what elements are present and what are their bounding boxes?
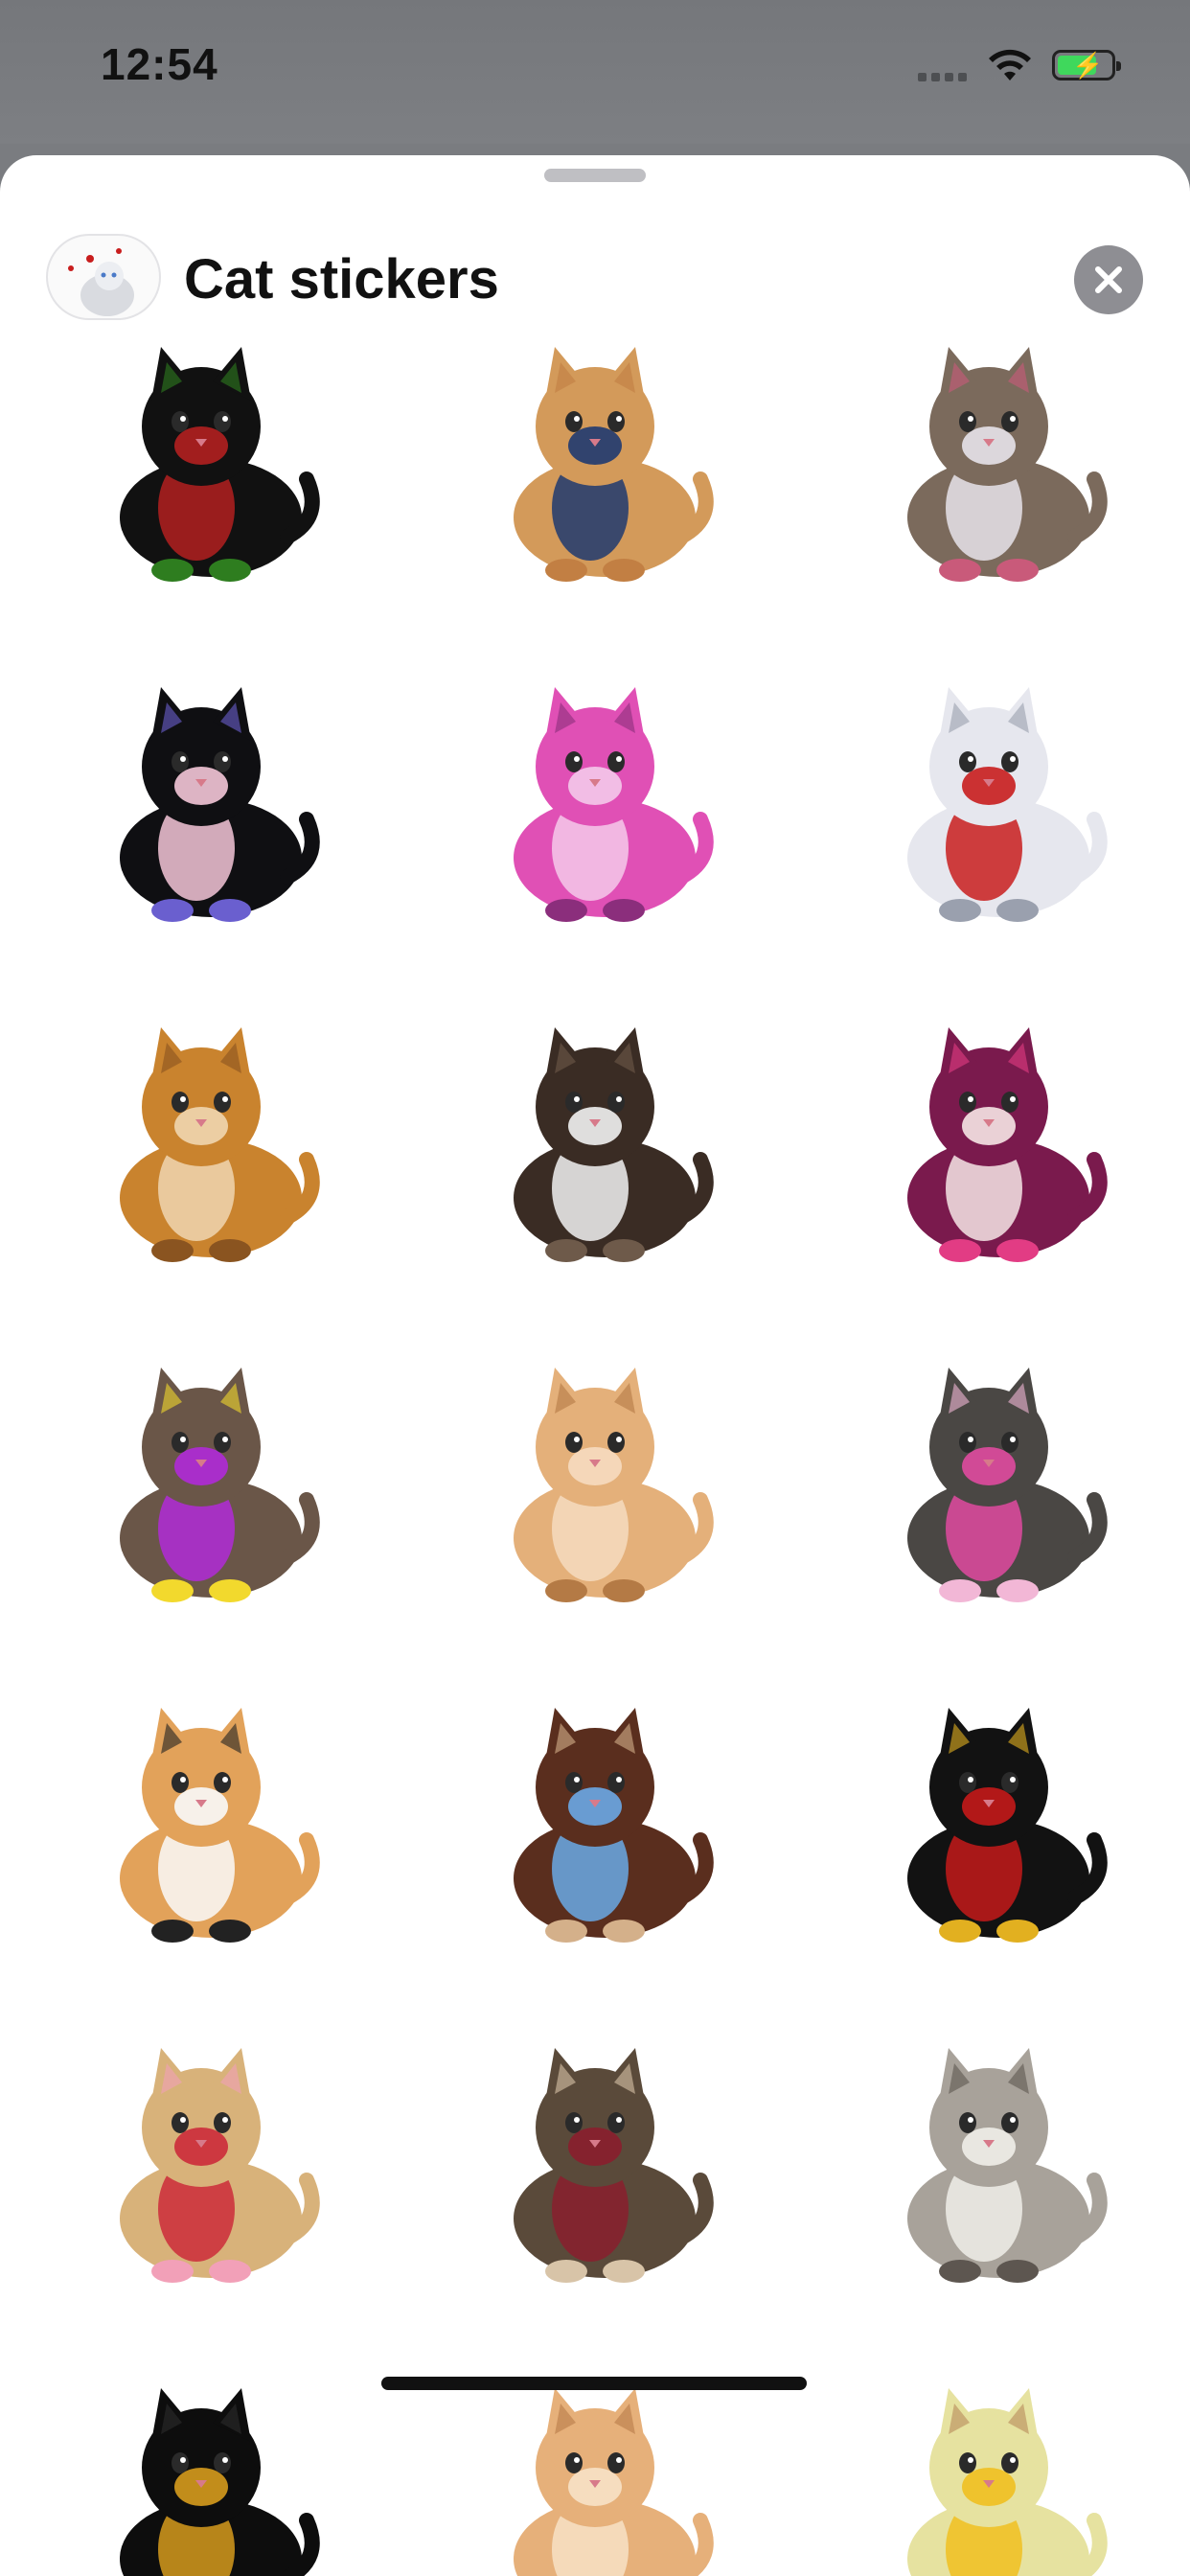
cat-sticker-image <box>514 347 714 582</box>
cat-sticker-image <box>120 1027 320 1262</box>
sticker-sheet: Cat stickers <box>0 155 1190 2576</box>
sticker-18[interactable] <box>845 2017 1133 2305</box>
sticker-15[interactable] <box>845 1677 1133 1965</box>
sticker-16[interactable] <box>57 2017 345 2305</box>
cellular-signal-icon <box>918 69 972 86</box>
sticker-14[interactable] <box>451 1677 739 1965</box>
cat-sticker-image <box>120 2388 320 2576</box>
sticker-19[interactable] <box>57 2358 345 2576</box>
cat-sticker-image <box>514 687 714 922</box>
home-indicator[interactable] <box>381 2377 807 2390</box>
app-icon <box>46 234 161 320</box>
wifi-icon <box>989 49 1031 80</box>
cat-sticker-image <box>120 2048 320 2283</box>
cat-sticker-image <box>514 2388 714 2576</box>
cat-sticker-image <box>907 687 1108 922</box>
sticker-5[interactable] <box>451 656 739 944</box>
sticker-13[interactable] <box>57 1677 345 1965</box>
cat-sticker-image <box>120 1368 320 1602</box>
sheet-grabber[interactable] <box>544 169 646 182</box>
sticker-7[interactable] <box>57 997 345 1284</box>
close-icon <box>1095 266 1122 293</box>
cat-sticker-image <box>514 1708 714 1943</box>
sticker-12[interactable] <box>845 1337 1133 1624</box>
cat-sticker-image <box>120 347 320 582</box>
sticker-17[interactable] <box>451 2017 739 2305</box>
cat-sticker-image <box>120 687 320 922</box>
sticker-10[interactable] <box>57 1337 345 1624</box>
sticker-21[interactable] <box>845 2358 1133 2576</box>
status-bar: 12:54 ⚡ <box>0 0 1190 144</box>
cat-sticker-image <box>514 2048 714 2283</box>
sticker-20[interactable] <box>451 2358 739 2576</box>
sticker-6[interactable] <box>845 656 1133 944</box>
sticker-8[interactable] <box>451 997 739 1284</box>
cat-sticker-image <box>907 1027 1108 1262</box>
battery-icon: ⚡ <box>1052 50 1121 80</box>
sticker-2[interactable] <box>451 316 739 604</box>
charging-bolt-icon: ⚡ <box>1072 51 1104 80</box>
cat-sticker-image <box>120 1708 320 1943</box>
cat-sticker-image <box>514 1368 714 1602</box>
cat-sticker-image <box>907 2048 1108 2283</box>
sticker-9[interactable] <box>845 997 1133 1284</box>
sticker-4[interactable] <box>57 656 345 944</box>
sticker-1[interactable] <box>57 316 345 604</box>
cat-sticker-image <box>907 1368 1108 1602</box>
cat-sticker-image <box>907 2388 1108 2576</box>
sheet-header: Cat stickers <box>0 194 1190 320</box>
sticker-3[interactable] <box>845 316 1133 604</box>
cat-sticker-image <box>907 347 1108 582</box>
status-time: 12:54 <box>101 39 218 89</box>
cat-sticker-image <box>907 1708 1108 1943</box>
sticker-11[interactable] <box>451 1337 739 1624</box>
cat-sticker-image <box>514 1027 714 1262</box>
close-button[interactable] <box>1074 245 1143 314</box>
app-title: Cat stickers <box>184 248 499 310</box>
